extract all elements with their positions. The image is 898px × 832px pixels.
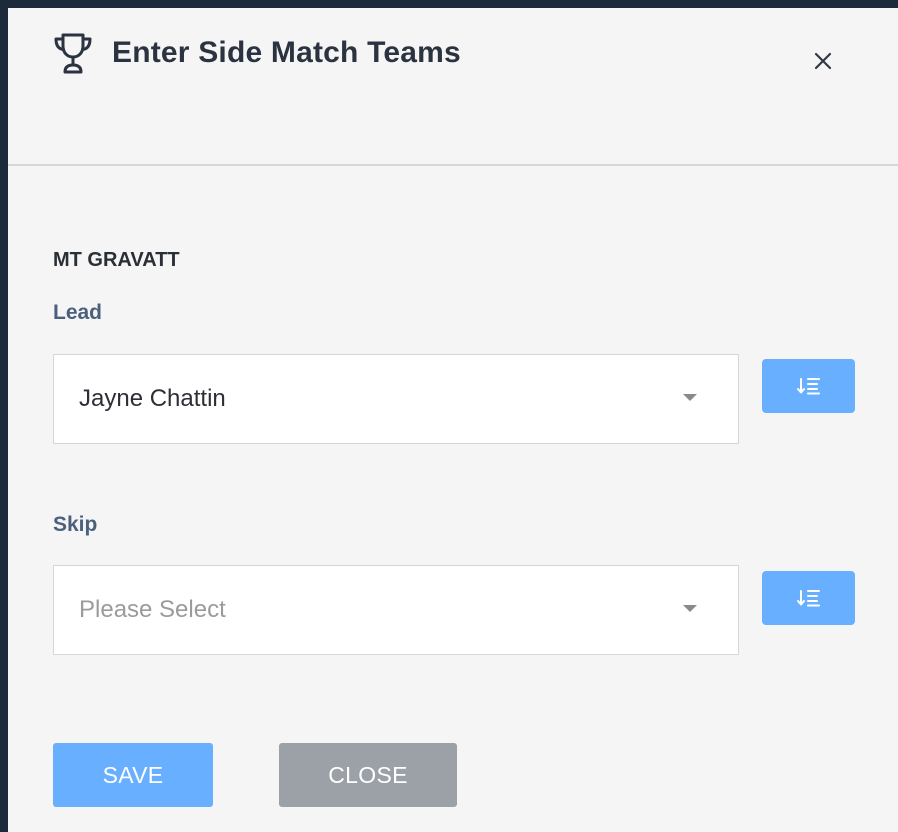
lead-label: Lead <box>53 301 103 324</box>
sort-list-icon <box>796 590 820 607</box>
lead-sort-button[interactable] <box>762 359 855 413</box>
modal-header: Enter Side Match Teams <box>8 8 898 166</box>
save-button[interactable]: SAVE <box>53 743 213 807</box>
side-match-teams-modal: Enter Side Match Teams MT GRAVATT Lead J… <box>8 8 898 832</box>
lead-select-value: Jayne Chattin <box>79 385 226 412</box>
skip-label: Skip <box>53 513 98 536</box>
close-icon[interactable] <box>806 44 840 78</box>
trophy-icon <box>53 32 93 76</box>
chevron-down-icon <box>683 605 697 612</box>
close-button[interactable]: CLOSE <box>279 743 457 807</box>
skip-select[interactable]: Please Select <box>53 565 739 655</box>
team-name: MT GRAVATT <box>53 249 180 271</box>
skip-sort-button[interactable] <box>762 571 855 625</box>
skip-select-placeholder: Please Select <box>79 596 226 623</box>
chevron-down-icon <box>683 394 697 401</box>
sort-list-icon <box>796 378 820 395</box>
lead-select[interactable]: Jayne Chattin <box>53 354 739 444</box>
modal-title: Enter Side Match Teams <box>112 36 461 69</box>
